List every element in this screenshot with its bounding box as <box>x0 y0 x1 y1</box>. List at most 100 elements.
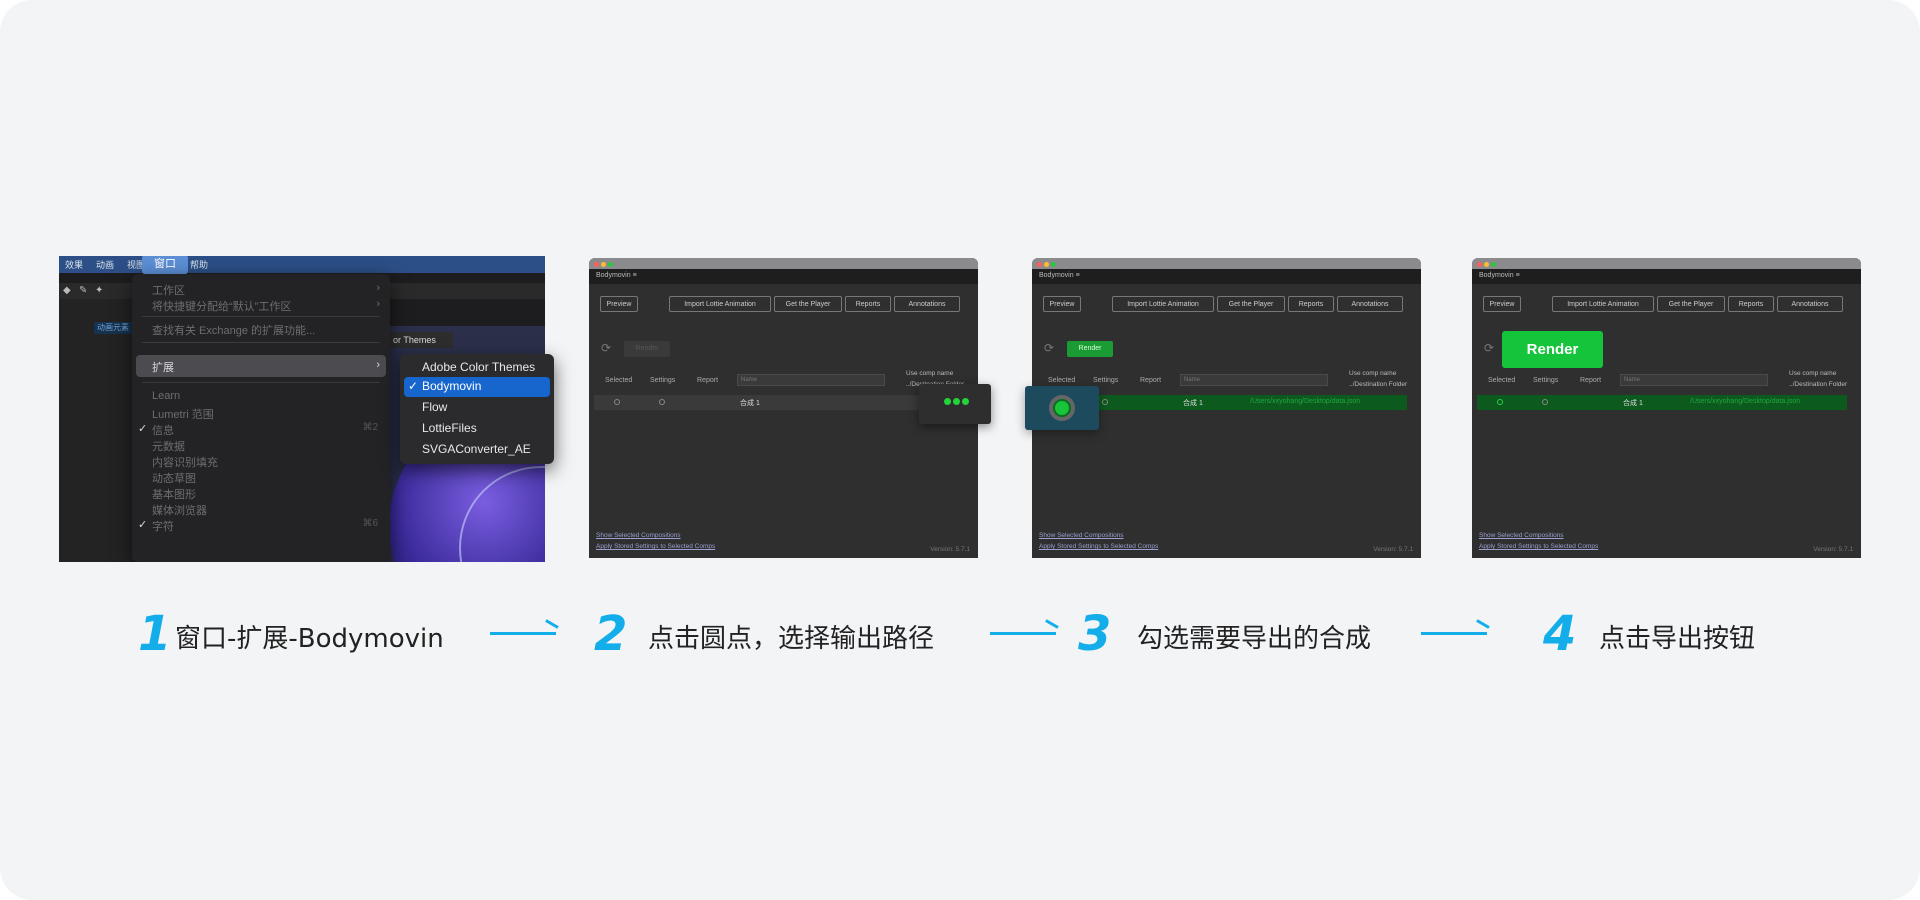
settings-radio[interactable] <box>1102 399 1108 405</box>
annotations-button[interactable]: Annotations <box>1337 296 1403 312</box>
close-window-icon[interactable] <box>1037 262 1042 267</box>
step-caption-2: 点击圆点，选择输出路径 <box>648 624 935 654</box>
refresh-icon[interactable]: ⟳ <box>601 341 611 355</box>
submenu-item-adobe-color-themes[interactable]: Adobe Color Themes <box>422 360 535 374</box>
minimize-window-icon[interactable] <box>1484 262 1489 267</box>
apply-settings-link[interactable]: Apply Stored Settings to Selected Comps <box>596 543 715 550</box>
render-button-disabled[interactable]: Render <box>624 341 670 357</box>
column-report: Report <box>1580 377 1602 384</box>
select-radio-checked[interactable] <box>1497 399 1503 405</box>
menu-item-content-aware-fill[interactable]: 内容识别填充 <box>152 454 218 470</box>
render-button-highlight[interactable]: Render <box>1502 331 1603 368</box>
pin-tool-icon[interactable]: ✦ <box>95 285 103 296</box>
menu-item-workspace[interactable]: 工作区 <box>152 282 185 298</box>
submenu-item-svgaconverter[interactable]: SVGAConverter_AE <box>422 442 531 456</box>
menu-animation[interactable]: 动画 <box>96 258 114 271</box>
refresh-icon[interactable]: ⟳ <box>1484 341 1494 355</box>
get-player-button[interactable]: Get the Player <box>1217 296 1285 312</box>
checkmark-icon: ✓ <box>408 379 419 393</box>
settings-radio[interactable] <box>1542 399 1548 405</box>
menu-item-learn[interactable]: Learn <box>152 390 180 402</box>
reports-button[interactable]: Reports <box>1728 296 1774 312</box>
menu-effect[interactable]: 效果 <box>65 258 83 271</box>
menu-divider <box>142 382 380 383</box>
step-number-4: 4 <box>1543 606 1577 662</box>
screenshot-bodymovin-step4: Bodymovin ≡ Preview Import Lottie Animat… <box>1472 258 1861 558</box>
use-comp-name-checkbox[interactable]: Use comp name <box>1789 370 1836 377</box>
use-comp-name-checkbox[interactable]: Use comp name <box>1349 370 1396 377</box>
get-player-button[interactable]: Get the Player <box>774 296 842 312</box>
submenu-item-lottiefiles[interactable]: LottieFiles <box>422 421 477 435</box>
name-search-input[interactable]: Name <box>737 374 885 386</box>
menu-item-info[interactable]: 信息 <box>152 422 174 438</box>
close-window-icon[interactable] <box>594 262 599 267</box>
composition-name: 合成 1 <box>740 400 760 407</box>
panel-tab-bodymovin[interactable]: Bodymovin ≡ <box>596 272 637 279</box>
import-lottie-button[interactable]: Import Lottie Animation <box>669 296 771 312</box>
menu-item-find-exchange[interactable]: 查找有关 Exchange 的扩展功能... <box>152 322 315 338</box>
menu-item-essential-graphics[interactable]: 基本图形 <box>152 486 196 502</box>
import-lottie-button[interactable]: Import Lottie Animation <box>1552 296 1654 312</box>
menu-divider <box>142 342 380 343</box>
reports-button[interactable]: Reports <box>845 296 891 312</box>
menu-divider <box>142 316 380 317</box>
menu-item-lumetri-scopes[interactable]: Lumetri 范围 <box>152 406 214 422</box>
use-comp-name-checkbox[interactable]: Use comp name <box>906 370 953 377</box>
pen-tool-icon[interactable]: ◆ <box>63 285 71 296</box>
annotations-button[interactable]: Annotations <box>894 296 960 312</box>
show-selected-link[interactable]: Show Selected Compositions <box>596 532 681 539</box>
panel-tab-bodymovin[interactable]: Bodymovin ≡ <box>1039 272 1080 279</box>
annotations-button[interactable]: Annotations <box>1777 296 1843 312</box>
apply-settings-link[interactable]: Apply Stored Settings to Selected Comps <box>1479 543 1598 550</box>
puppet-tool-icon[interactable]: ✎ <box>79 285 87 296</box>
checkmark-icon: ✓ <box>138 423 148 435</box>
submenu-item-bodymovin[interactable]: Bodymovin <box>422 379 481 393</box>
destination-dots-callout[interactable] <box>919 384 991 424</box>
menu-item-character[interactable]: 字符 <box>152 518 174 534</box>
name-search-input[interactable]: Name <box>1180 374 1328 386</box>
submenu-item-flow[interactable]: Flow <box>422 400 447 414</box>
preview-button[interactable]: Preview <box>1483 296 1521 312</box>
menu-item-media-browser[interactable]: 媒体浏览器 <box>152 502 207 518</box>
zoom-window-icon[interactable] <box>1051 262 1056 267</box>
zoom-window-icon[interactable] <box>1491 262 1496 267</box>
apply-settings-link[interactable]: Apply Stored Settings to Selected Comps <box>1039 543 1158 550</box>
show-selected-link[interactable]: Show Selected Compositions <box>1479 532 1564 539</box>
import-lottie-button[interactable]: Import Lottie Animation <box>1112 296 1214 312</box>
panel-tabbar: Bodymovin ≡ <box>1032 269 1421 284</box>
color-themes-tab[interactable]: or Themes <box>389 332 453 348</box>
select-radio[interactable] <box>614 399 620 405</box>
menu-window[interactable]: 窗口 <box>142 256 188 274</box>
zoom-window-icon[interactable] <box>608 262 613 267</box>
preview-button[interactable]: Preview <box>1043 296 1081 312</box>
column-selected: Selected <box>1488 377 1516 384</box>
ae-project-panel <box>59 299 139 562</box>
window-titlebar <box>589 258 978 269</box>
menu-item-assign-shortcuts[interactable]: 将快捷键分配给“默认”工作区 <box>152 298 291 314</box>
menu-item-extensions[interactable]: 扩展 <box>152 359 174 375</box>
menu-item-motion-sketch[interactable]: 动态草图 <box>152 470 196 486</box>
get-player-button[interactable]: Get the Player <box>1657 296 1725 312</box>
dot-icon <box>953 398 960 405</box>
composition-name: 合成 1 <box>1623 400 1643 407</box>
settings-radio[interactable] <box>659 399 665 405</box>
column-selected: Selected <box>605 377 633 384</box>
composition-row[interactable] <box>594 395 964 410</box>
minimize-window-icon[interactable] <box>601 262 606 267</box>
arrow-right-icon <box>1421 632 1487 635</box>
checkmark-icon: ✓ <box>138 519 148 531</box>
show-selected-link[interactable]: Show Selected Compositions <box>1039 532 1124 539</box>
refresh-icon[interactable]: ⟳ <box>1044 341 1054 355</box>
chevron-right-icon: › <box>376 282 380 294</box>
render-button[interactable]: Render <box>1067 341 1113 357</box>
menu-help[interactable]: 帮助 <box>190 258 208 271</box>
preview-button[interactable]: Preview <box>600 296 638 312</box>
menu-item-metadata[interactable]: 元数据 <box>152 438 185 454</box>
minimize-window-icon[interactable] <box>1044 262 1049 267</box>
select-radio-callout[interactable] <box>1025 386 1099 430</box>
panel-tab-bodymovin[interactable]: Bodymovin ≡ <box>1479 272 1520 279</box>
reports-button[interactable]: Reports <box>1288 296 1334 312</box>
column-settings: Settings <box>1093 377 1119 384</box>
close-window-icon[interactable] <box>1477 262 1482 267</box>
name-search-input[interactable]: Name <box>1620 374 1768 386</box>
